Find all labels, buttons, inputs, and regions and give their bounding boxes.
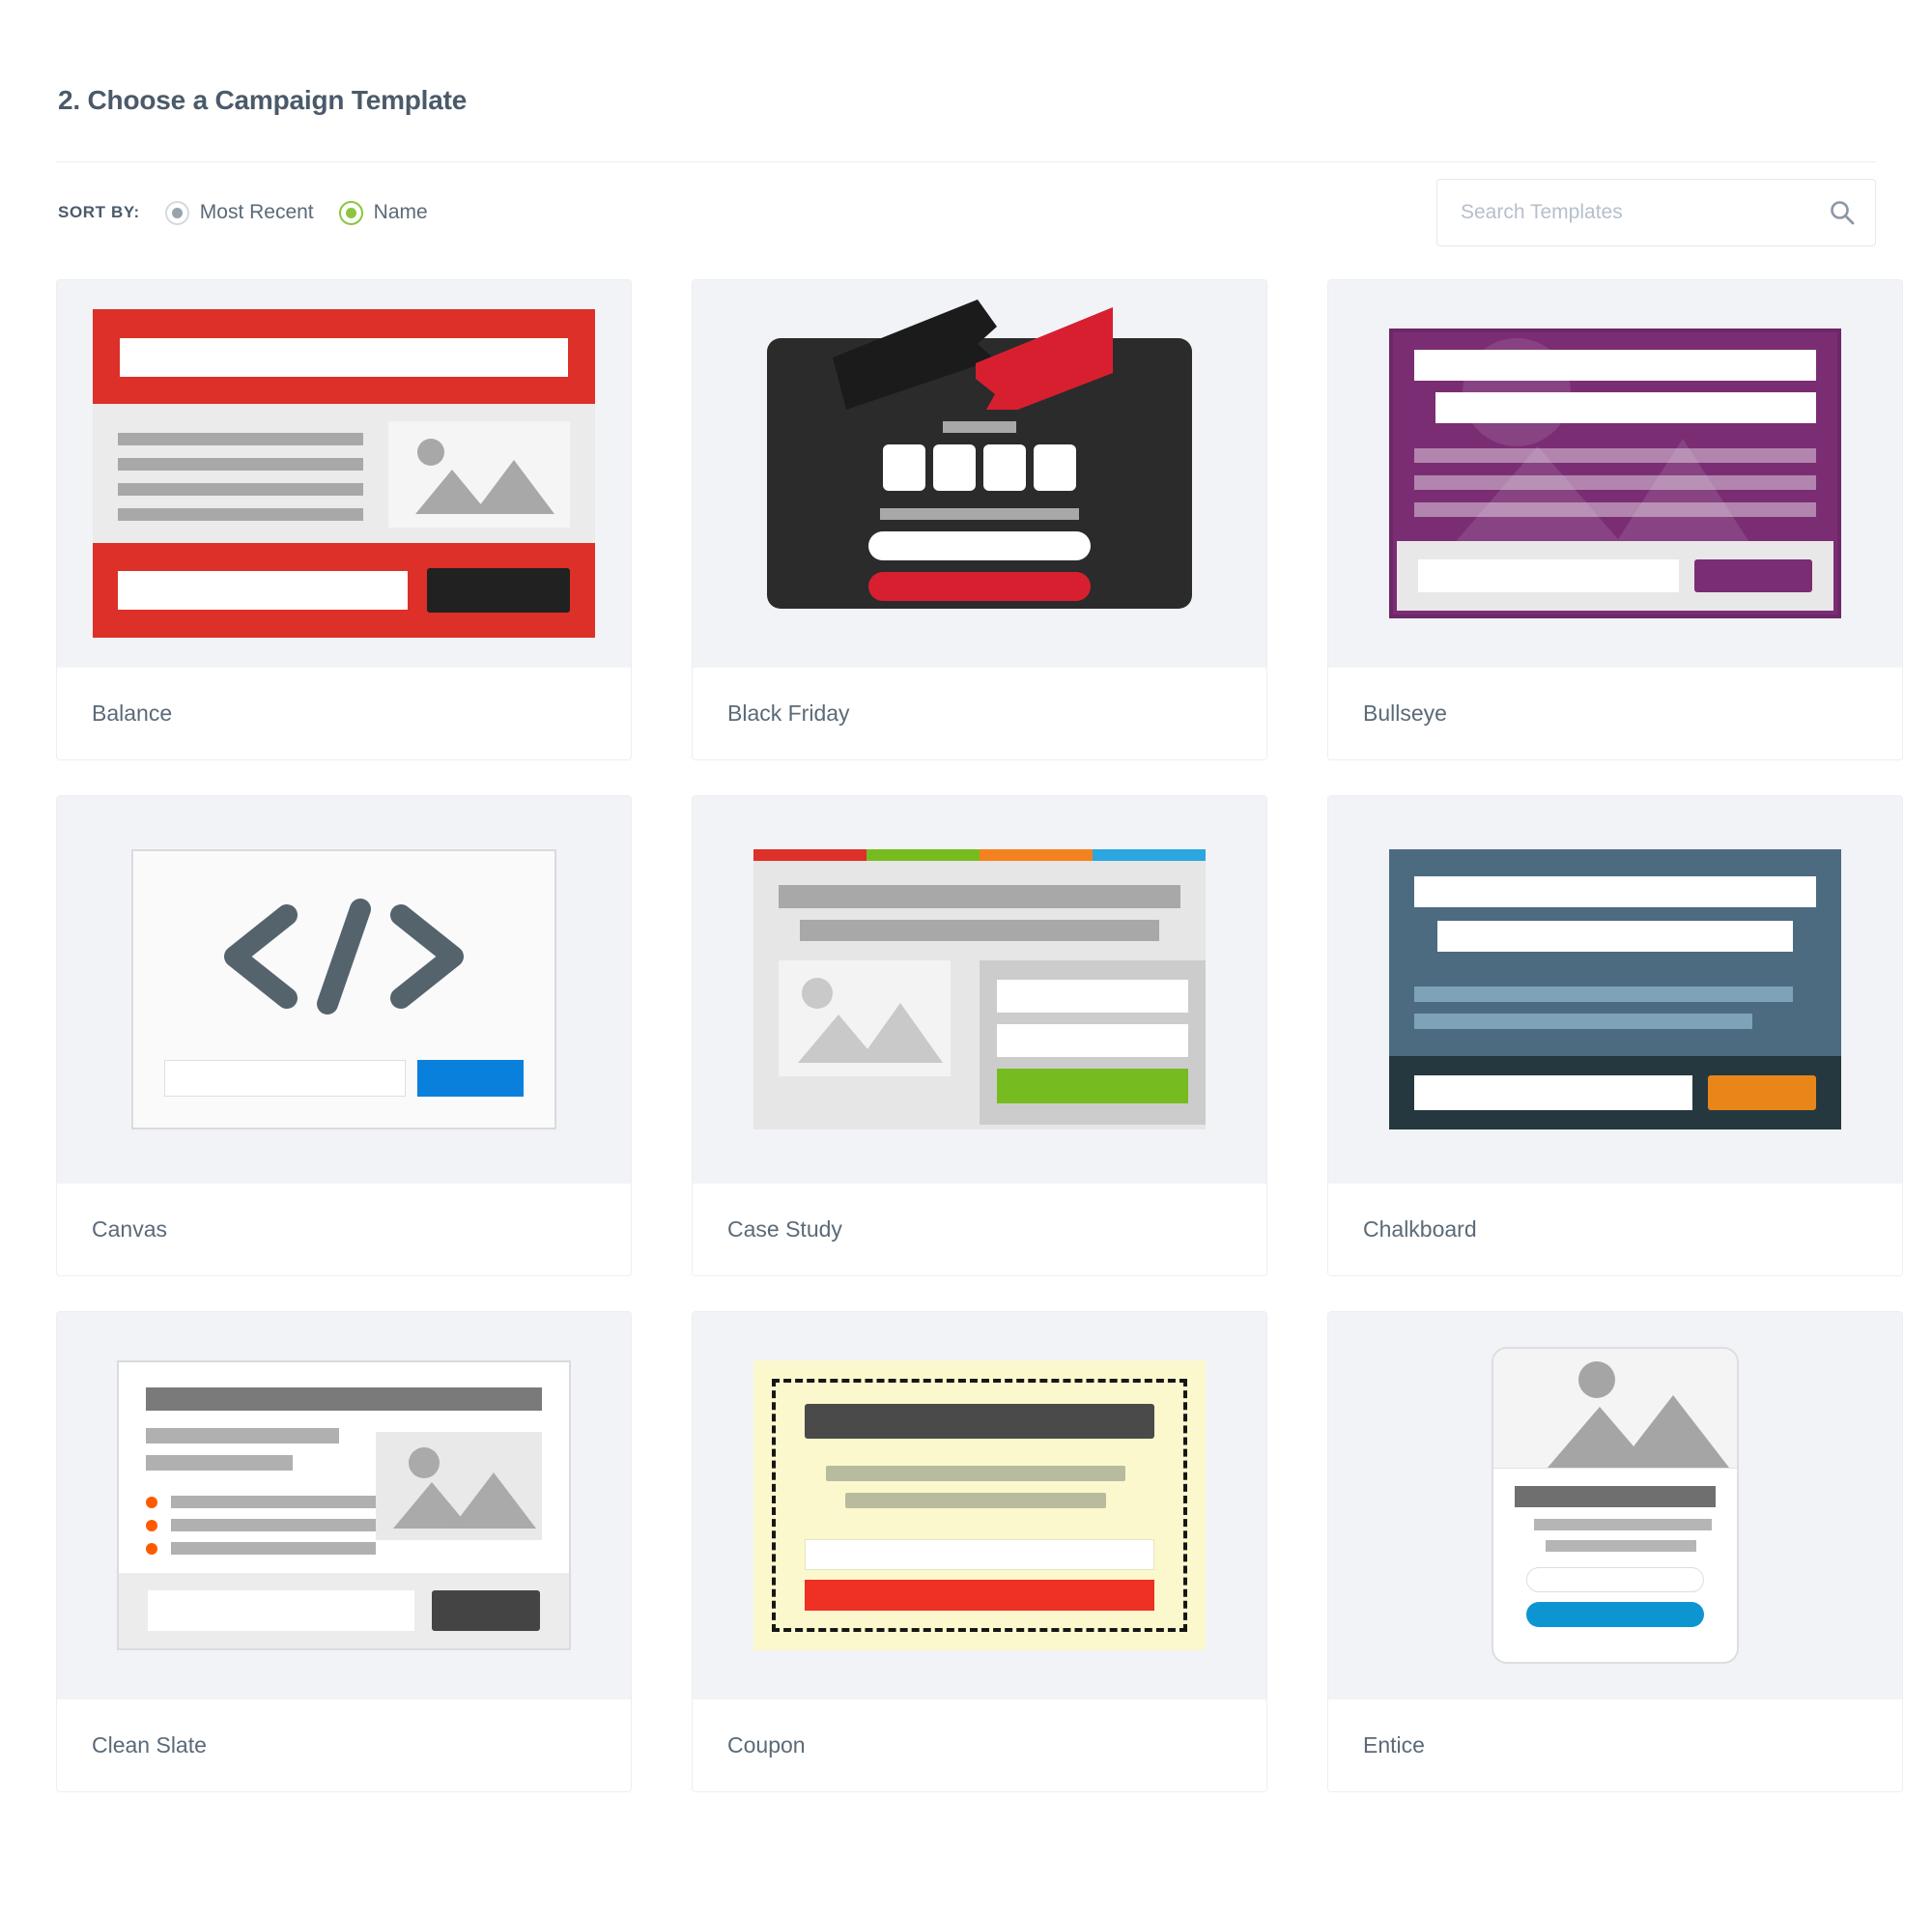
case-study-form xyxy=(980,960,1206,1125)
coupon-thumbnail xyxy=(693,1312,1266,1699)
coupon-text-line xyxy=(826,1466,1125,1481)
sort-by-label: SORT BY: xyxy=(58,203,140,221)
bullseye-thumbnail xyxy=(1328,280,1902,667)
bullet-dot-icon xyxy=(146,1542,157,1555)
search-templates-box[interactable] xyxy=(1436,179,1876,246)
black-friday-mini-bar xyxy=(943,421,1016,433)
template-name-balance: Balance xyxy=(57,667,631,759)
sort-by-group: SORT BY: Most Recent Name xyxy=(56,200,453,225)
radio-name-icon[interactable] xyxy=(338,200,363,225)
chalkboard-headline-bar xyxy=(1414,876,1816,907)
template-name-black-friday: Black Friday xyxy=(693,667,1266,759)
clean-slate-text-line xyxy=(146,1455,293,1471)
bullseye-footer xyxy=(1397,541,1833,611)
entice-thumbnail xyxy=(1328,1312,1902,1699)
sort-option-most-recent-label: Most Recent xyxy=(199,201,314,223)
sort-option-name[interactable]: Name xyxy=(338,200,428,225)
balance-thumbnail xyxy=(57,280,631,667)
template-card-black-friday[interactable]: Black Friday xyxy=(692,279,1267,760)
template-card-coupon[interactable]: Coupon xyxy=(692,1311,1267,1792)
coupon-input xyxy=(805,1539,1154,1570)
bullet-dot-icon xyxy=(146,1519,157,1531)
clean-slate-bullet-list xyxy=(146,1471,376,1565)
template-card-bullseye[interactable]: Bullseye xyxy=(1327,279,1903,760)
chalkboard-footer xyxy=(1389,1056,1841,1129)
coupon-dashed-border xyxy=(772,1379,1187,1632)
image-placeholder-icon xyxy=(388,421,570,528)
black-friday-text-bar xyxy=(880,508,1079,520)
color-stripe xyxy=(753,849,1206,861)
sort-option-most-recent[interactable]: Most Recent xyxy=(164,200,314,225)
template-grid: Balance Black Friday Bullseye Canvas Cas… xyxy=(56,263,1903,1792)
image-placeholder-icon xyxy=(376,1432,542,1540)
toolbar: SORT BY: Most Recent Name xyxy=(56,162,1876,263)
template-card-balance[interactable]: Balance xyxy=(56,279,632,760)
entice-text-line xyxy=(1546,1540,1696,1552)
clean-slate-text-line xyxy=(146,1428,339,1443)
canvas-thumbnail xyxy=(57,796,631,1183)
balance-header-band xyxy=(93,309,595,404)
template-name-case-study: Case Study xyxy=(693,1183,1266,1275)
bullet-dot-icon xyxy=(146,1496,157,1508)
template-card-case-study[interactable]: Case Study xyxy=(692,795,1267,1276)
clean-slate-thumbnail xyxy=(57,1312,631,1699)
template-name-bullseye: Bullseye xyxy=(1328,667,1902,759)
sort-option-name-label: Name xyxy=(373,201,428,223)
countdown-boxes xyxy=(883,444,1076,491)
coupon-text-line xyxy=(845,1493,1106,1508)
coupon-headline-bar xyxy=(805,1404,1154,1439)
template-card-entice[interactable]: Entice xyxy=(1327,1311,1903,1792)
image-placeholder-icon xyxy=(1493,1349,1737,1469)
coupon-button xyxy=(805,1580,1154,1611)
template-name-chalkboard: Chalkboard xyxy=(1328,1183,1902,1275)
case-study-headline-bar xyxy=(779,885,1180,908)
template-name-coupon: Coupon xyxy=(693,1699,1266,1791)
radio-most-recent-icon[interactable] xyxy=(164,200,189,225)
case-study-subhead-bar xyxy=(800,920,1159,941)
search-input[interactable] xyxy=(1437,180,1875,245)
template-card-canvas[interactable]: Canvas xyxy=(56,795,632,1276)
black-friday-input xyxy=(868,531,1091,560)
template-name-clean-slate: Clean Slate xyxy=(57,1699,631,1791)
case-study-thumbnail xyxy=(693,796,1266,1183)
balance-body xyxy=(93,404,595,543)
balance-footer-band xyxy=(93,543,595,638)
template-chooser-page: 2. Choose a Campaign Template SORT BY: M… xyxy=(0,0,1932,1792)
entice-text-line xyxy=(1534,1519,1712,1530)
bullseye-headline-bar xyxy=(1414,350,1816,381)
black-friday-button xyxy=(868,572,1091,601)
chalkboard-thumbnail xyxy=(1328,796,1902,1183)
ribbon-icon xyxy=(833,294,1142,425)
page-title: 2. Choose a Campaign Template xyxy=(58,85,468,115)
code-brackets-icon xyxy=(133,894,554,1024)
entice-input xyxy=(1526,1567,1704,1592)
entice-headline-bar xyxy=(1515,1486,1716,1507)
chalkboard-text-line xyxy=(1414,1014,1752,1029)
entice-button xyxy=(1526,1602,1704,1627)
template-card-clean-slate[interactable]: Clean Slate xyxy=(56,1311,632,1792)
template-name-entice: Entice xyxy=(1328,1699,1902,1791)
chalkboard-subhead-bar xyxy=(1437,921,1793,952)
bullseye-subhead-bar xyxy=(1435,392,1816,423)
clean-slate-footer xyxy=(119,1573,569,1648)
chalkboard-text-line xyxy=(1414,986,1793,1002)
search-icon[interactable] xyxy=(1829,199,1856,226)
template-name-canvas: Canvas xyxy=(57,1183,631,1275)
canvas-footer xyxy=(164,1060,524,1097)
clean-slate-headline-bar xyxy=(146,1387,542,1411)
image-placeholder-icon xyxy=(779,960,951,1076)
black-friday-thumbnail xyxy=(693,280,1266,667)
template-card-chalkboard[interactable]: Chalkboard xyxy=(1327,795,1903,1276)
